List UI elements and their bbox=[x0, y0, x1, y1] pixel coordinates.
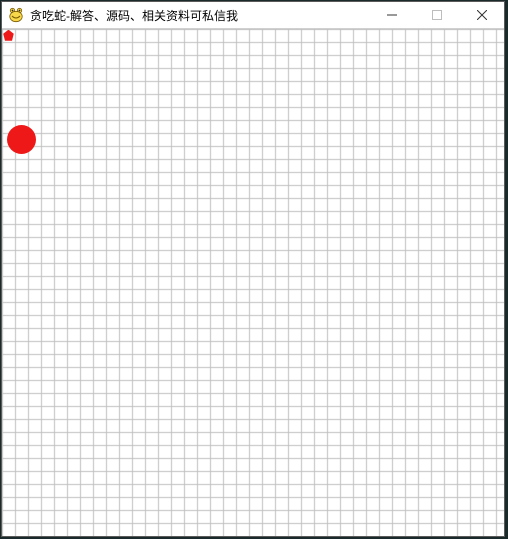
window-controls bbox=[369, 2, 504, 28]
grid-canvas bbox=[2, 29, 504, 536]
maximize-button bbox=[414, 2, 459, 28]
titlebar[interactable]: 贪吃蛇-解答、源码、相关资料可私信我 bbox=[2, 2, 504, 29]
window-title: 贪吃蛇-解答、源码、相关资料可私信我 bbox=[30, 7, 369, 24]
food bbox=[3, 30, 15, 42]
frog-icon bbox=[8, 7, 24, 23]
close-button[interactable] bbox=[459, 2, 504, 28]
minimize-button[interactable] bbox=[369, 2, 414, 28]
game-area[interactable] bbox=[2, 29, 504, 536]
app-window: 贪吃蛇-解答、源码、相关资料可私信我 bbox=[1, 1, 505, 537]
